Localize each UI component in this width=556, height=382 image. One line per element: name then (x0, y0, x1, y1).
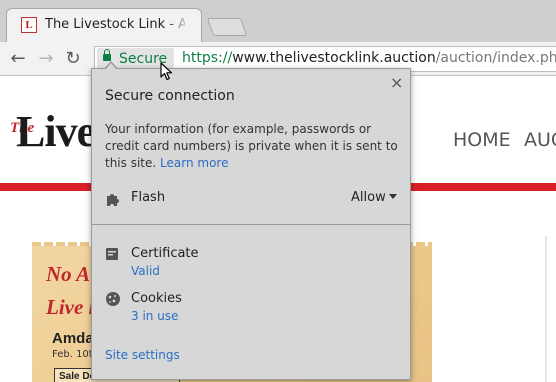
popup-divider (92, 224, 410, 225)
site-favicon-icon: L (21, 17, 37, 33)
cookies-in-use-link[interactable]: 3 in use (131, 309, 178, 323)
description-text: Your information (for example, passwords… (105, 122, 398, 170)
new-tab-button[interactable] (206, 18, 248, 36)
flash-permission-select[interactable]: Allow (351, 190, 397, 205)
site-settings-link[interactable]: Site settings (105, 348, 180, 362)
url-scheme: https:// (182, 50, 233, 66)
lock-icon (103, 49, 111, 61)
popup-description: Your information (for example, passwords… (105, 121, 399, 172)
mouse-cursor-icon (160, 62, 173, 81)
cookie-icon (106, 292, 120, 306)
back-button[interactable]: ← (8, 49, 28, 69)
flash-permission-value: Allow (351, 190, 386, 205)
cookies-label: Cookies (131, 291, 182, 306)
logo-live-text: Live (16, 107, 96, 156)
nav-home-link[interactable]: HOME (453, 129, 511, 151)
browser-tab[interactable]: L The Livestock Link - Auc (6, 8, 202, 42)
certificate-icon (106, 248, 118, 260)
tab-title-fade (165, 13, 191, 35)
promo-headline-1: No A (46, 262, 91, 286)
url-text[interactable]: https://www.thelivestocklink.auction/auc… (182, 50, 556, 66)
site-info-popup: × Secure connection Your information (fo… (91, 68, 411, 380)
forward-button[interactable]: → (36, 49, 56, 69)
promo-headline-2: Live l (46, 295, 95, 319)
caret-down-icon (388, 194, 397, 199)
reload-button[interactable]: ↻ (63, 49, 83, 69)
tab-strip: L The Livestock Link - Auc (0, 0, 556, 42)
url-host: www.thelivestocklink.auction (232, 50, 436, 66)
url-path: /auction/index.php (435, 50, 556, 66)
popup-title: Secure connection (105, 88, 235, 104)
certificate-label: Certificate (131, 246, 199, 261)
puzzle-icon (107, 194, 119, 206)
flash-label: Flash (131, 190, 166, 205)
popup-pointer-fill (105, 63, 117, 70)
tab-title: The Livestock Link - Auc (45, 17, 185, 32)
close-icon[interactable]: × (390, 75, 403, 91)
certificate-valid-link[interactable]: Valid (131, 264, 160, 278)
learn-more-link[interactable]: Learn more (160, 156, 228, 170)
nav-auctions-link[interactable]: AUC (524, 129, 556, 151)
sidebar-divider (545, 236, 547, 382)
